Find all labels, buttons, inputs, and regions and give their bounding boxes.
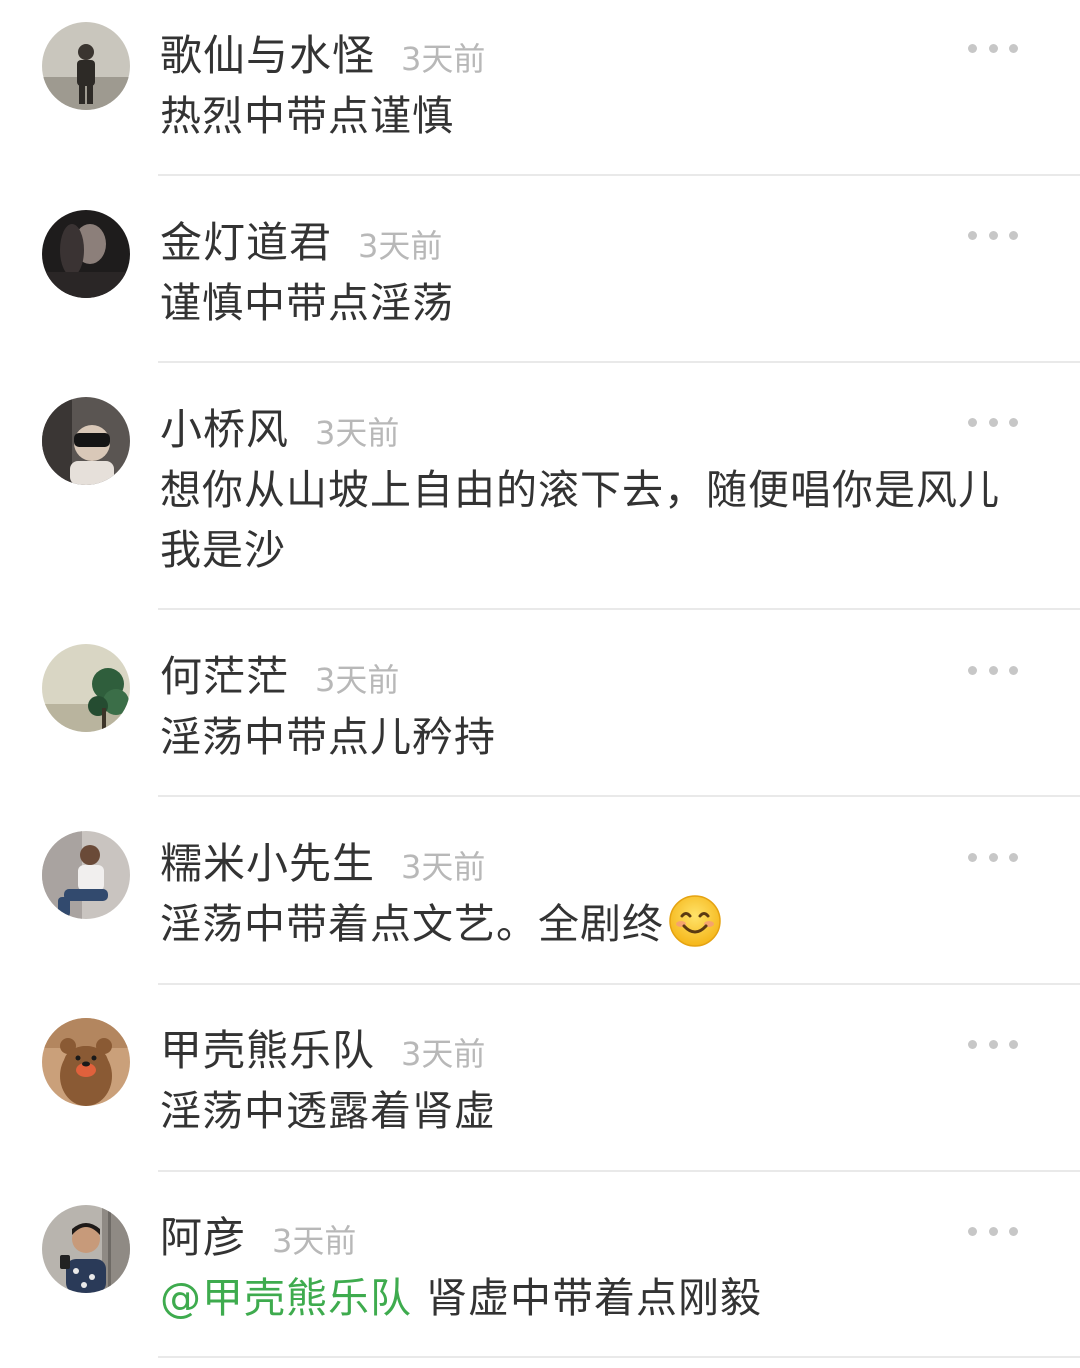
comment-text-content: 淫荡中带着点文艺。全剧终: [160, 900, 664, 948]
more-options-icon[interactable]: [968, 36, 1018, 60]
comment-text-content: 肾虚中带着点刚毅: [412, 1274, 763, 1322]
avatar-person-photo-icon: [42, 22, 130, 110]
avatar[interactable]: [42, 22, 130, 110]
divider: [158, 983, 1080, 985]
comment-header: 阿彦 3天前: [160, 1204, 357, 1262]
comment-text: 淫荡中带点儿矜持: [160, 713, 496, 761]
timestamp: 3天前: [401, 1035, 486, 1073]
more-options-icon[interactable]: [968, 410, 1018, 434]
avatar[interactable]: [42, 1205, 130, 1293]
comment-text: 想你从山坡上自由的滚下去，随便唱你是风儿我是沙: [160, 466, 1000, 574]
username[interactable]: 何茫茫: [160, 643, 289, 704]
comment-text: @甲壳熊乐队 肾虚中带着点刚毅: [160, 1268, 1020, 1328]
username[interactable]: 甲壳熊乐队: [160, 1017, 375, 1078]
divider: [158, 608, 1080, 610]
divider: [158, 361, 1080, 363]
smile-emoji-icon: [669, 895, 721, 947]
divider: [158, 795, 1080, 797]
more-options-icon[interactable]: [968, 845, 1018, 869]
avatar[interactable]: [42, 210, 130, 298]
avatar-selfie-icon: [42, 1205, 130, 1293]
timestamp: 3天前: [401, 40, 486, 78]
more-options-icon[interactable]: [968, 1219, 1018, 1243]
avatar-vr-headset-icon: [42, 397, 130, 485]
avatar[interactable]: [42, 397, 130, 485]
username[interactable]: 糯米小先生: [160, 830, 375, 891]
comment-header: 小桥风 3天前: [160, 396, 400, 454]
timestamp: 3天前: [272, 1222, 357, 1260]
username[interactable]: 金灯道君: [160, 209, 332, 270]
timestamp: 3天前: [401, 848, 486, 886]
avatar[interactable]: [42, 831, 130, 919]
avatar[interactable]: [42, 644, 130, 732]
username[interactable]: 小桥风: [160, 396, 289, 457]
more-options-icon[interactable]: [968, 223, 1018, 247]
more-options-icon[interactable]: [968, 1032, 1018, 1056]
username[interactable]: 歌仙与水怪: [160, 22, 375, 83]
comment-header: 何茫茫 3天前: [160, 643, 400, 701]
mention-link[interactable]: @甲壳熊乐队: [160, 1274, 412, 1322]
username[interactable]: 阿彦: [160, 1204, 246, 1265]
timestamp: 3天前: [358, 227, 443, 265]
divider: [158, 1356, 1080, 1358]
comment-header: 糯米小先生 3天前: [160, 830, 486, 888]
avatar[interactable]: [42, 1018, 130, 1106]
divider: [158, 1170, 1080, 1172]
comment-text: 热烈中带点谨慎: [160, 92, 454, 140]
timestamp: 3天前: [315, 661, 400, 699]
avatar-dark-portrait-icon: [42, 210, 130, 298]
avatar-sitting-person-icon: [42, 831, 130, 919]
comment-header: 甲壳熊乐队 3天前: [160, 1017, 486, 1075]
comment-text: 淫荡中透露着肾虚: [160, 1087, 496, 1135]
avatar-tree-icon: [42, 644, 130, 732]
divider: [158, 174, 1080, 176]
avatar-cartoon-bear-icon: [42, 1018, 130, 1106]
comment-header: 金灯道君 3天前: [160, 209, 443, 267]
comment-text: 谨慎中带点淫荡: [160, 279, 454, 327]
comment-text: 淫荡中带着点文艺。全剧终: [160, 894, 1020, 954]
comment-header: 歌仙与水怪 3天前: [160, 22, 486, 80]
more-options-icon[interactable]: [968, 658, 1018, 682]
timestamp: 3天前: [315, 414, 400, 452]
